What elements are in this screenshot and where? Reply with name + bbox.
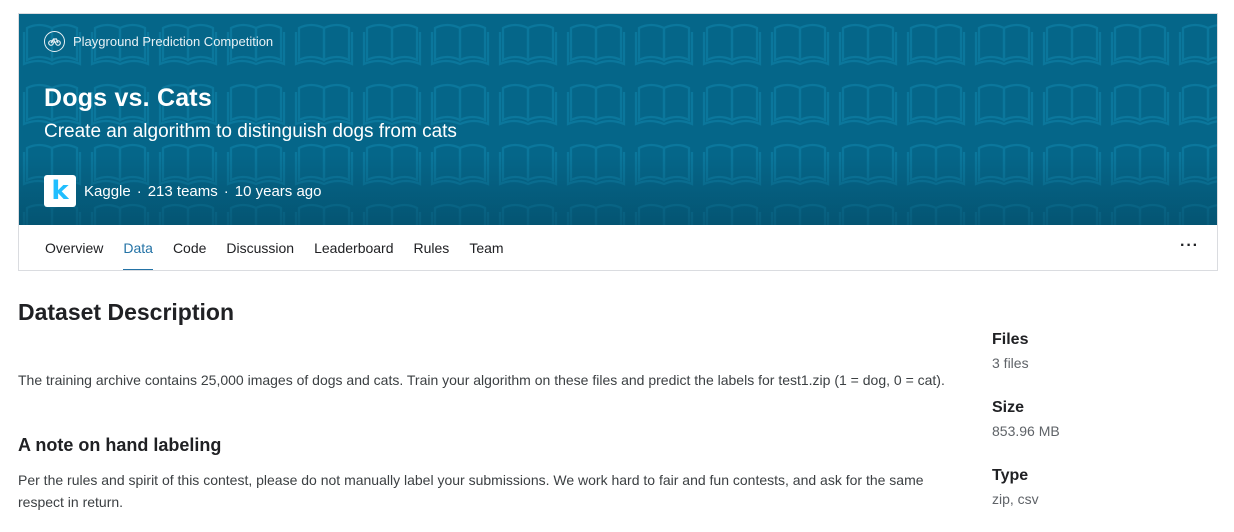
size-summary: Size 853.96 MB (992, 399, 1060, 439)
dataset-description-section: Dataset Description The training archive… (18, 299, 968, 510)
competition-subtitle: Create an algorithm to distinguish dogs … (44, 121, 457, 142)
tab-code[interactable]: Code (163, 225, 216, 270)
competition-header-card: Playground Prediction Competition Dogs v… (18, 13, 1218, 271)
bicycle-icon (44, 31, 65, 52)
competition-banner: Playground Prediction Competition Dogs v… (19, 14, 1217, 225)
files-label: Files (992, 331, 1029, 348)
competition-tabs: Overview Data Code Discussion Leaderboar… (19, 225, 1217, 270)
files-summary: Files 3 files (992, 331, 1029, 371)
competition-age: 10 years ago (234, 182, 322, 200)
tab-discussion[interactable]: Discussion (216, 225, 304, 270)
note-paragraph: Per the rules and spirit of this contest… (18, 472, 924, 510)
size-value: 853.96 MB (992, 423, 1060, 439)
type-value: zip, csv (992, 491, 1039, 507)
competition-title: Dogs vs. Cats (44, 84, 212, 112)
type-label: Type (992, 467, 1029, 484)
tab-overview[interactable]: Overview (35, 225, 113, 270)
more-options-icon[interactable]: ··· (1180, 237, 1199, 255)
meta-separator: · (136, 182, 142, 200)
meta-separator: · (223, 182, 229, 200)
note-heading: A note on hand labeling (18, 435, 222, 455)
competition-type: Playground Prediction Competition (44, 31, 273, 52)
description-paragraph: The training archive contains 25,000 ima… (18, 372, 945, 388)
competition-type-label: Playground Prediction Competition (73, 34, 274, 49)
size-label: Size (992, 399, 1025, 416)
files-value: 3 files (992, 355, 1029, 371)
tab-leaderboard[interactable]: Leaderboard (304, 225, 403, 270)
team-count: 213 teams (147, 182, 218, 200)
tab-rules[interactable]: Rules (404, 225, 460, 270)
type-summary: Type zip, csv (992, 467, 1039, 507)
section-heading: Dataset Description (18, 299, 235, 325)
host-name[interactable]: Kaggle (84, 183, 131, 200)
competition-meta: k Kaggle · 213 teams · 10 years ago (44, 175, 322, 207)
kaggle-logo-icon[interactable]: k (44, 175, 76, 207)
tab-data[interactable]: Data (113, 225, 163, 270)
tab-team[interactable]: Team (459, 225, 513, 270)
